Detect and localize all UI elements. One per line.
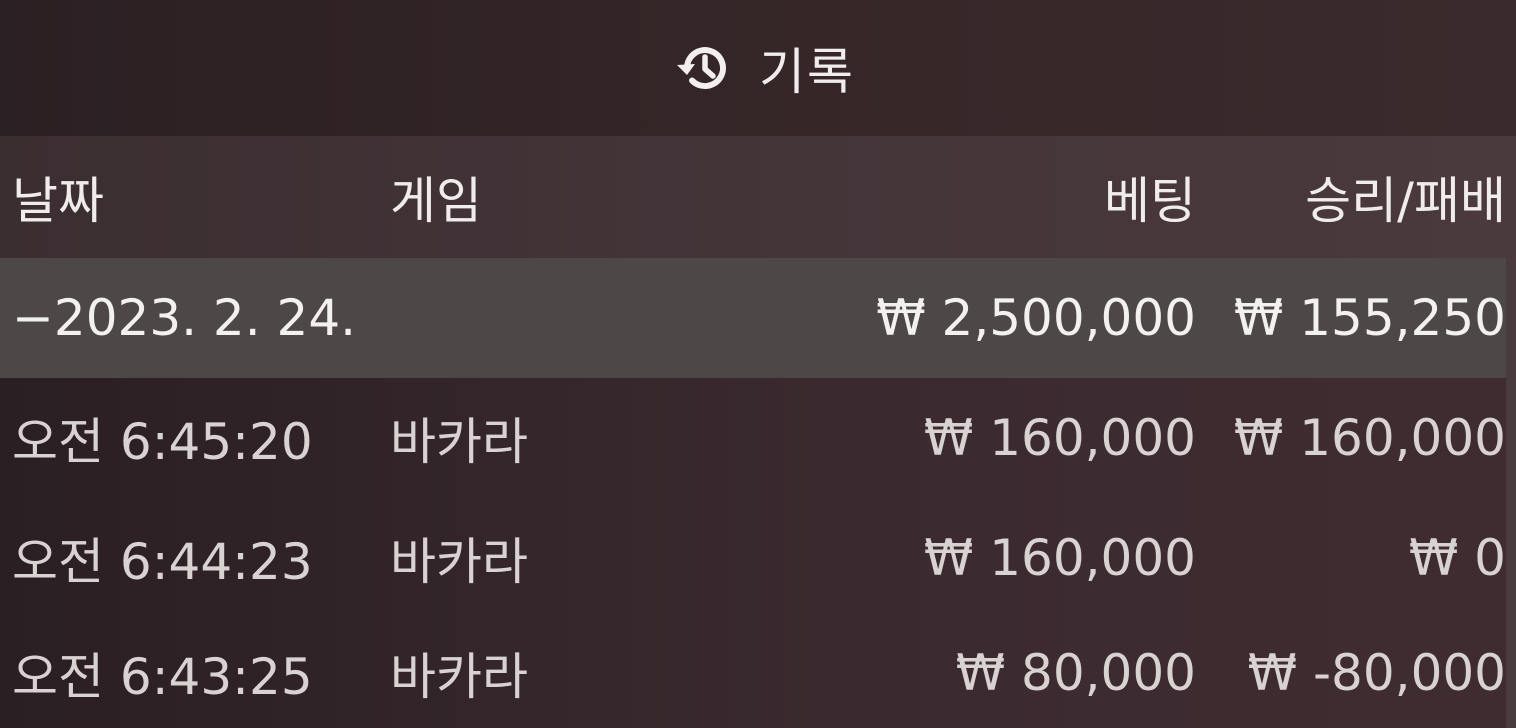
- row-game: 바카라: [390, 533, 528, 591]
- table-row[interactable]: 오전 6:44:23 바카라 ₩ 160,000 ₩ 0: [0, 498, 1516, 618]
- column-header-date[interactable]: 날짜: [12, 136, 104, 258]
- row-bet: ₩ 160,000: [923, 409, 1196, 467]
- row-bet: ₩ 80,000: [955, 644, 1196, 702]
- row-bet: ₩ 160,000: [923, 529, 1196, 587]
- page-title: 기록: [759, 43, 855, 101]
- history-icon: [673, 38, 733, 98]
- table-row[interactable]: 오전 6:43:25 바카라 ₩ 80,000 ₩ -80,000: [0, 618, 1516, 728]
- history-panel: 기록 날짜 게임 베팅 승리/패배 −2023. 2. 24. ₩ 2,500,…: [0, 0, 1516, 728]
- row-time: 오전 6:43:25: [12, 648, 313, 706]
- row-result: ₩ -80,000: [1247, 644, 1506, 702]
- date-group-label: −2023. 2. 24.: [12, 289, 357, 347]
- table-row[interactable]: 오전 6:45:20 바카라 ₩ 160,000 ₩ 160,000: [0, 378, 1516, 498]
- table-header: 날짜 게임 베팅 승리/패배: [0, 136, 1516, 258]
- row-game: 바카라: [390, 413, 528, 471]
- date-group-result-total: ₩ 155,250: [1233, 289, 1506, 347]
- row-result: ₩ 160,000: [1233, 409, 1506, 467]
- column-header-bet[interactable]: 베팅: [1104, 136, 1196, 258]
- date-group-bet-total: ₩ 2,500,000: [876, 289, 1196, 347]
- header-title-group: 기록: [673, 32, 855, 104]
- row-game: 바카라: [390, 648, 528, 706]
- date-group-row[interactable]: −2023. 2. 24. ₩ 2,500,000 ₩ 155,250: [0, 258, 1516, 378]
- column-header-game[interactable]: 게임: [390, 136, 482, 258]
- row-result: ₩ 0: [1408, 529, 1506, 587]
- history-header: 기록: [0, 0, 1516, 136]
- column-header-result[interactable]: 승리/패배: [1305, 136, 1506, 258]
- row-time: 오전 6:45:20: [12, 413, 313, 471]
- row-time: 오전 6:44:23: [12, 533, 313, 591]
- scrollbar[interactable]: [1506, 258, 1516, 728]
